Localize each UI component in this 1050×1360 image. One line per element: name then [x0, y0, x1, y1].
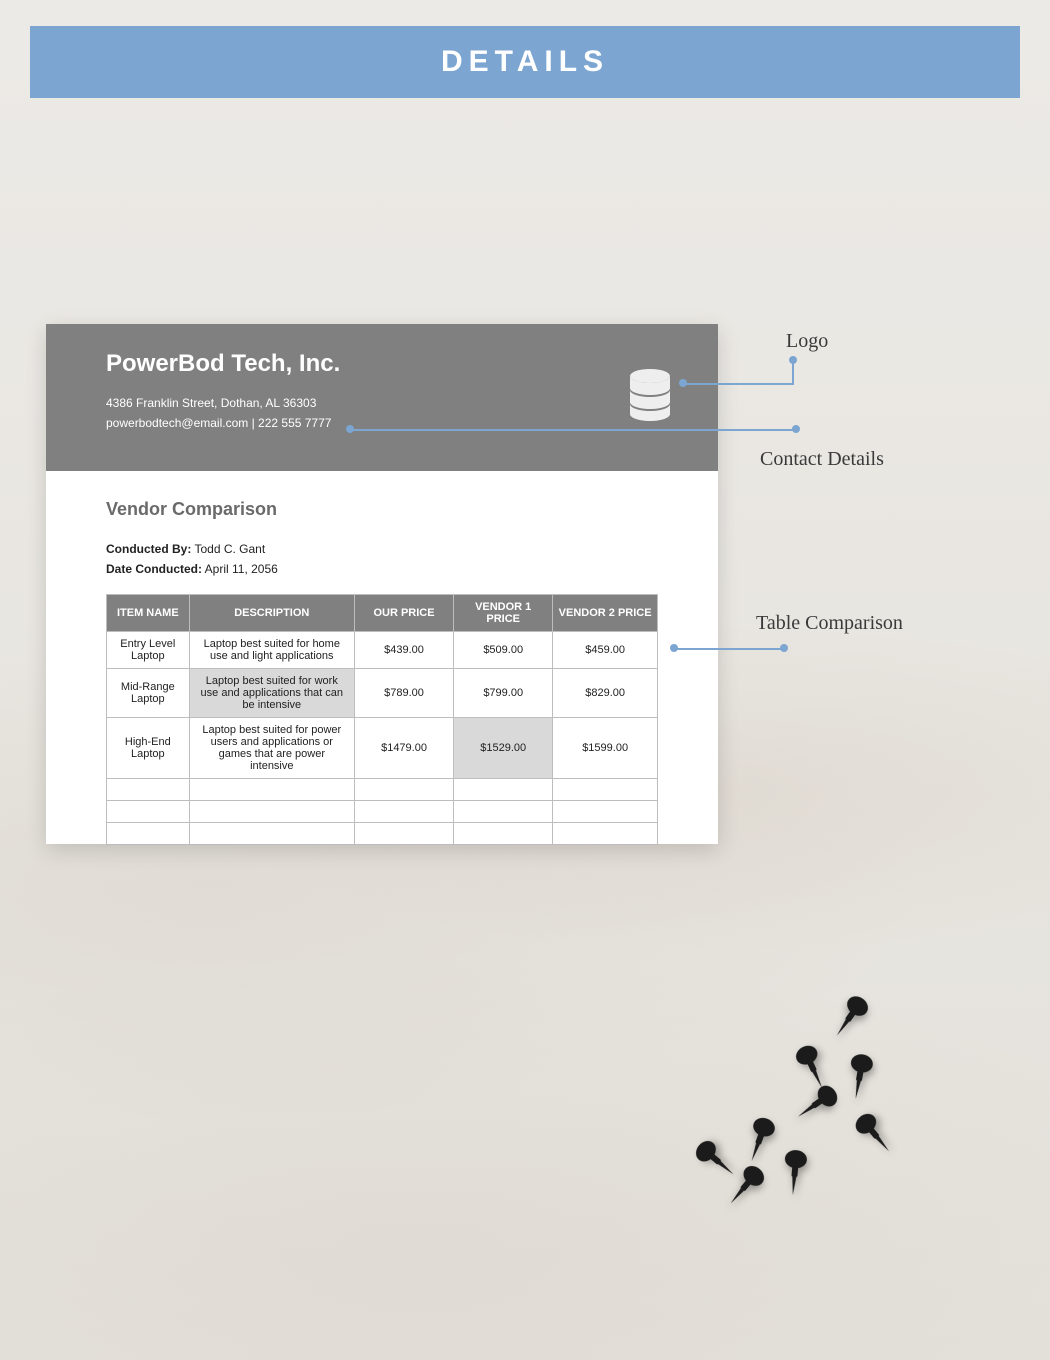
table-row — [107, 823, 658, 845]
cell-v1: $799.00 — [454, 669, 553, 718]
database-icon — [628, 368, 672, 427]
conducted-by-label: Conducted By: — [106, 542, 191, 556]
connector-dot — [346, 425, 354, 433]
th-our: OUR PRICE — [354, 595, 453, 632]
page-banner: DETAILS — [30, 26, 1020, 98]
cell-desc: Laptop best suited for work use and appl… — [189, 669, 354, 718]
cell-v2: $459.00 — [553, 632, 658, 669]
th-v2: VENDOR 2 PRICE — [553, 595, 658, 632]
comparison-table: ITEM NAME DESCRIPTION OUR PRICE VENDOR 1… — [106, 594, 658, 845]
th-desc: DESCRIPTION — [189, 595, 354, 632]
callout-logo: Logo — [786, 330, 828, 353]
table-row: High-End Laptop Laptop best suited for p… — [107, 718, 658, 779]
cell-our: $439.00 — [354, 632, 453, 669]
page-banner-title: DETAILS — [441, 45, 609, 79]
date-conducted-value: April 11, 2056 — [205, 562, 278, 576]
pushpin-cluster — [680, 990, 960, 1230]
table-header-row: ITEM NAME DESCRIPTION OUR PRICE VENDOR 1… — [107, 595, 658, 632]
cell-desc: Laptop best suited for power users and a… — [189, 718, 354, 779]
connector-line — [683, 383, 793, 385]
date-conducted-line: Date Conducted: April 11, 2056 — [106, 562, 658, 576]
cell-desc: Laptop best suited for home use and ligh… — [189, 632, 354, 669]
cell-our: $1479.00 — [354, 718, 453, 779]
connector-line — [674, 648, 784, 650]
section-title: Vendor Comparison — [106, 499, 658, 520]
connector-line — [350, 429, 796, 431]
company-name: PowerBod Tech, Inc. — [106, 350, 658, 378]
callout-contact: Contact Details — [760, 448, 884, 471]
th-v1: VENDOR 1 PRICE — [454, 595, 553, 632]
table-row: Mid-Range Laptop Laptop best suited for … — [107, 669, 658, 718]
document-header: PowerBod Tech, Inc. 4386 Franklin Street… — [46, 324, 718, 471]
th-item: ITEM NAME — [107, 595, 190, 632]
connector-dot — [780, 644, 788, 652]
cell-v1: $1529.00 — [454, 718, 553, 779]
table-row — [107, 801, 658, 823]
table-row — [107, 779, 658, 801]
date-conducted-label: Date Conducted: — [106, 562, 202, 576]
cell-v1: $509.00 — [454, 632, 553, 669]
cell-item: Mid-Range Laptop — [107, 669, 190, 718]
callout-table: Table Comparison — [756, 612, 903, 635]
cell-item: High-End Laptop — [107, 718, 190, 779]
cell-item: Entry Level Laptop — [107, 632, 190, 669]
cell-v2: $829.00 — [553, 669, 658, 718]
connector-dot — [679, 379, 687, 387]
conducted-by-line: Conducted By: Todd C. Gant — [106, 542, 658, 556]
cell-v2: $1599.00 — [553, 718, 658, 779]
conducted-by-value: Todd C. Gant — [194, 542, 265, 556]
document-body: Vendor Comparison Conducted By: Todd C. … — [46, 471, 718, 865]
company-address: 4386 Franklin Street, Dothan, AL 36303 — [106, 396, 658, 410]
connector-dot — [792, 425, 800, 433]
connector-dot — [789, 356, 797, 364]
company-contact: powerbodtech@email.com | 222 555 7777 — [106, 416, 658, 430]
connector-dot — [670, 644, 678, 652]
document-card: PowerBod Tech, Inc. 4386 Franklin Street… — [46, 324, 718, 844]
cell-our: $789.00 — [354, 669, 453, 718]
table-row: Entry Level Laptop Laptop best suited fo… — [107, 632, 658, 669]
